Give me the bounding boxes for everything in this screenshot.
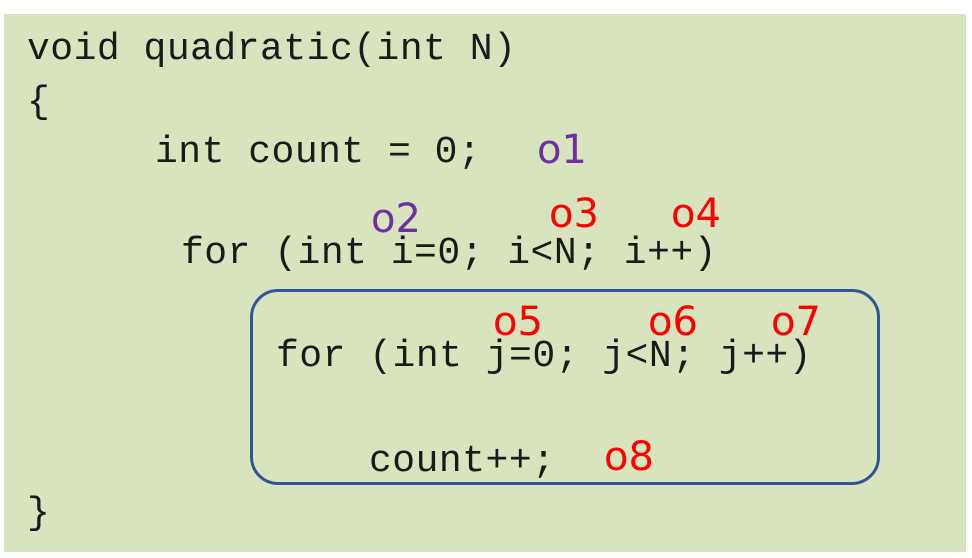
operation-label-o3: o3	[549, 191, 599, 237]
close-brace: }	[27, 492, 51, 535]
operation-label-o2: o2	[371, 196, 421, 242]
operation-label-o6: o6	[648, 299, 698, 345]
outer-for-loop: for (int i=0; i<N; i++)	[181, 232, 717, 275]
inner-for-loop: for (int j=0; j<N; j++)	[276, 335, 812, 378]
open-brace: {	[27, 81, 51, 124]
count-initialization: int count = 0;	[155, 131, 482, 174]
slide: void quadratic(int N) { int count = 0; f…	[0, 0, 972, 558]
operation-label-o8: o8	[604, 434, 654, 480]
operation-label-o4: o4	[671, 191, 721, 237]
operation-label-o7: o7	[771, 299, 821, 345]
operation-label-o1: o1	[537, 127, 587, 173]
count-increment: count++;	[369, 440, 556, 483]
operation-label-o5: o5	[493, 299, 543, 345]
function-signature: void quadratic(int N)	[27, 28, 517, 71]
